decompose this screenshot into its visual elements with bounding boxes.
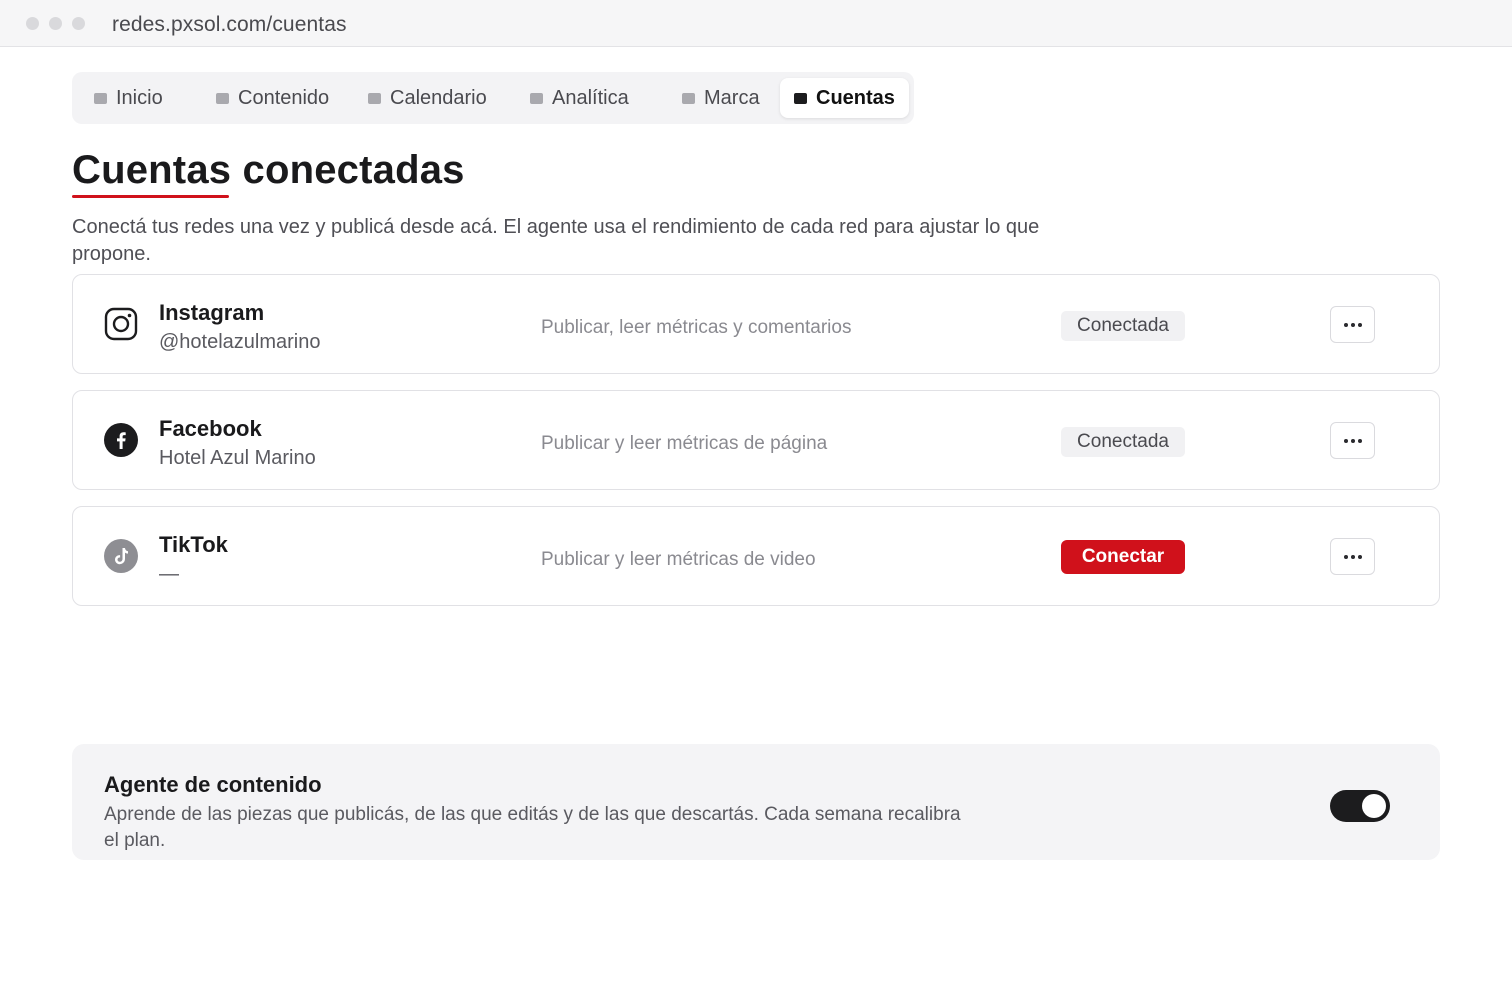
- account-card-instagram: Instagram @hotelazulmarino Publicar, lee…: [72, 274, 1440, 374]
- tab-square-icon: [530, 92, 543, 104]
- more-options-button[interactable]: [1330, 538, 1375, 575]
- tab-square-icon: [794, 92, 807, 104]
- title-underline: [72, 195, 229, 198]
- window-minimize-icon[interactable]: [49, 17, 62, 30]
- account-handle: —: [159, 563, 179, 585]
- account-name: TikTok: [159, 532, 228, 557]
- account-permissions: Publicar y leer métricas de página: [541, 433, 828, 454]
- page-subtitle: Conectá tus redes una vez y publicá desd…: [72, 216, 1040, 265]
- tiktok-icon: [104, 539, 138, 573]
- tab-calendario[interactable]: Calendario: [368, 78, 487, 118]
- account-permissions: Publicar y leer métricas de video: [541, 549, 816, 570]
- tab-inicio[interactable]: Inicio: [94, 78, 163, 118]
- window-close-icon[interactable]: [26, 17, 39, 30]
- tab-label: Cuentas: [816, 86, 895, 109]
- address-bar[interactable]: redes.pxsol.com/cuentas: [112, 13, 347, 37]
- more-options-button[interactable]: [1330, 422, 1375, 459]
- status-badge: Conectada: [1061, 311, 1185, 341]
- account-card-facebook: Facebook Hotel Azul Marino Publicar y le…: [72, 390, 1440, 490]
- agent-panel: Agente de contenido Aprende de las pieza…: [72, 744, 1440, 860]
- browser-chrome: redes.pxsol.com/cuentas: [0, 0, 1512, 47]
- account-name: Facebook: [159, 416, 262, 441]
- agent-toggle[interactable]: [1330, 790, 1390, 822]
- facebook-icon: [104, 423, 138, 457]
- tab-label: Contenido: [238, 86, 330, 109]
- instagram-icon: [104, 307, 138, 341]
- agent-description: Aprende de las piezas que publicás, de l…: [104, 804, 961, 851]
- tab-analitica[interactable]: Analítica: [530, 78, 629, 118]
- tab-square-icon: [368, 92, 381, 104]
- ellipsis-icon: [1343, 554, 1348, 559]
- agent-title: Agente de contenido: [104, 772, 322, 797]
- tab-square-icon: [94, 92, 107, 104]
- tab-square-icon: [216, 92, 229, 104]
- toggle-knob: [1362, 794, 1386, 818]
- account-name: Instagram: [159, 300, 265, 325]
- tab-label: Analítica: [552, 86, 629, 109]
- tab-label: Marca: [704, 86, 760, 109]
- tab-square-icon: [682, 92, 695, 104]
- tab-marca[interactable]: Marca: [682, 78, 760, 118]
- account-handle: @hotelazulmarino: [159, 331, 321, 353]
- page-title: Cuentas conectadas: [72, 148, 465, 192]
- tab-label: Calendario: [390, 86, 487, 109]
- tab-contenido[interactable]: Contenido: [216, 78, 329, 118]
- tab-label: Inicio: [116, 86, 163, 109]
- ellipsis-icon: [1343, 322, 1348, 327]
- connect-button[interactable]: Conectar: [1061, 540, 1185, 574]
- account-card-tiktok: TikTok — Publicar y leer métricas de vid…: [72, 506, 1440, 606]
- window-maximize-icon[interactable]: [72, 17, 85, 30]
- more-options-button[interactable]: [1330, 306, 1375, 343]
- status-badge: Conectada: [1061, 427, 1185, 457]
- ellipsis-icon: [1343, 438, 1348, 443]
- nav-tabs: Inicio Contenido Calendario Analítica Ma…: [72, 72, 914, 124]
- account-permissions: Publicar, leer métricas y comentarios: [541, 317, 852, 338]
- tab-cuentas[interactable]: Cuentas: [780, 78, 909, 118]
- account-handle: Hotel Azul Marino: [159, 447, 316, 469]
